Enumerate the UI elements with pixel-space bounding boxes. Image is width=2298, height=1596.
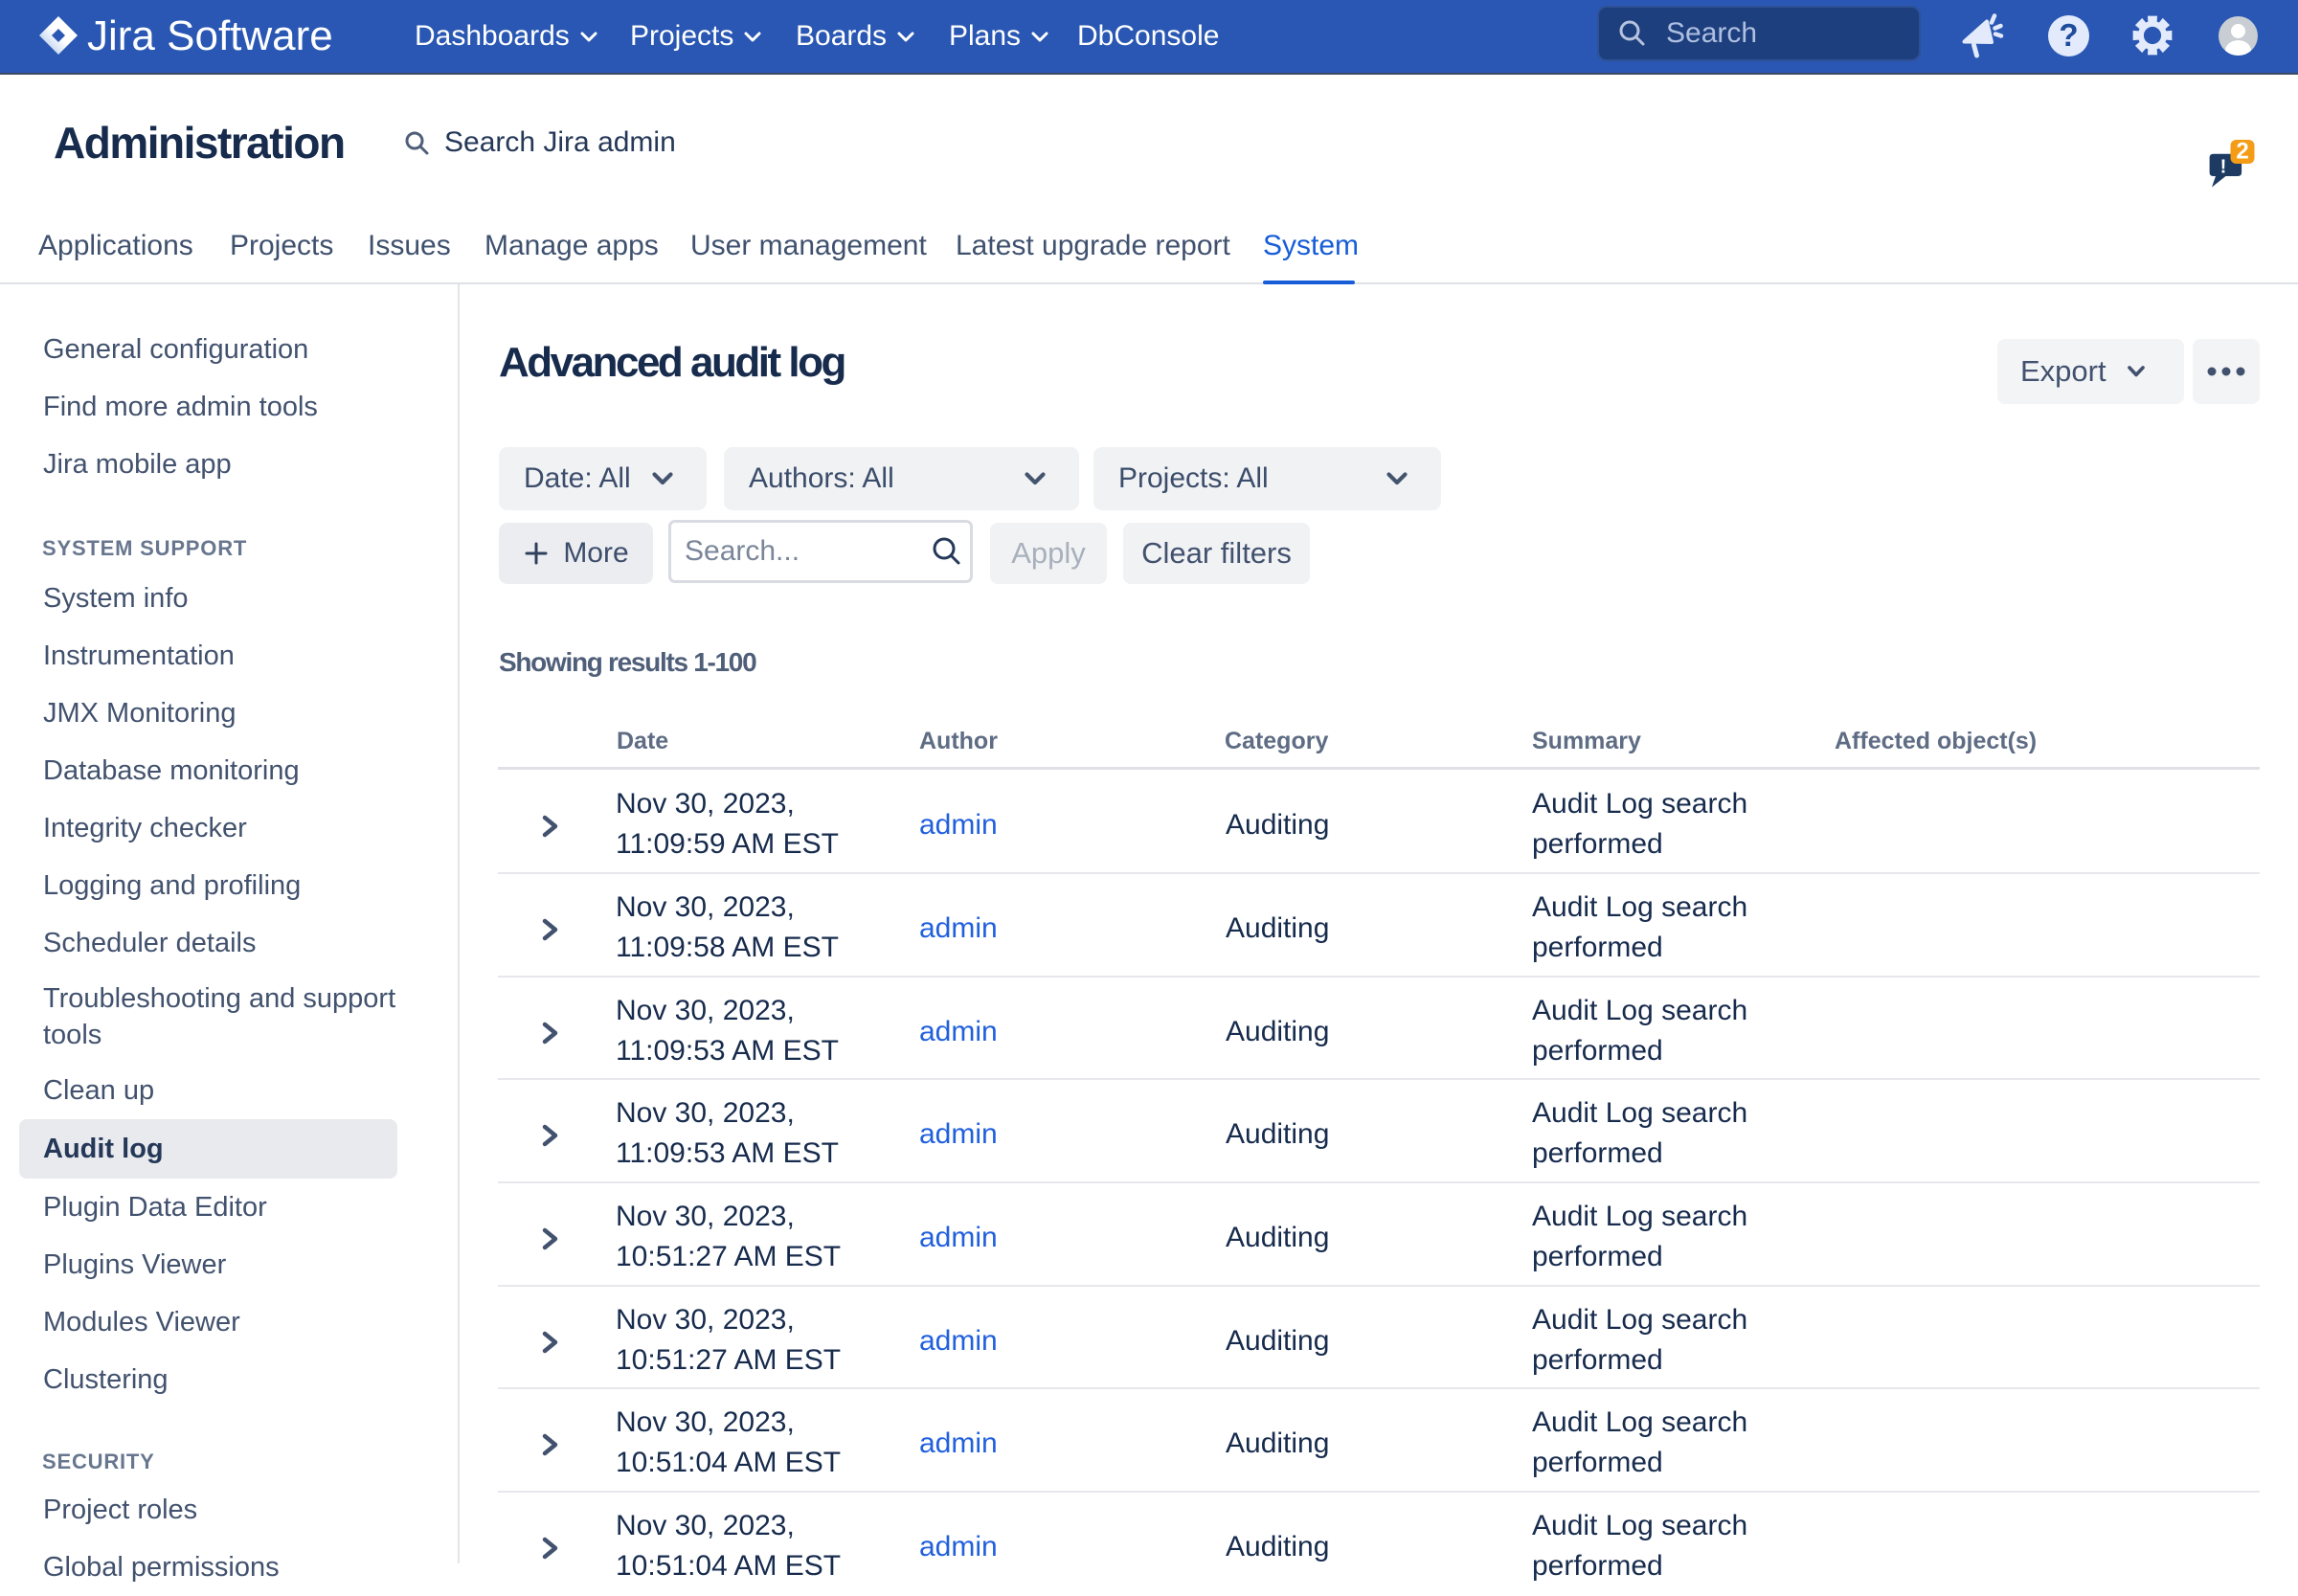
svg-text:2: 2 xyxy=(2236,139,2248,165)
svg-text:?: ? xyxy=(2059,17,2078,53)
svg-text:!: ! xyxy=(2220,157,2227,178)
